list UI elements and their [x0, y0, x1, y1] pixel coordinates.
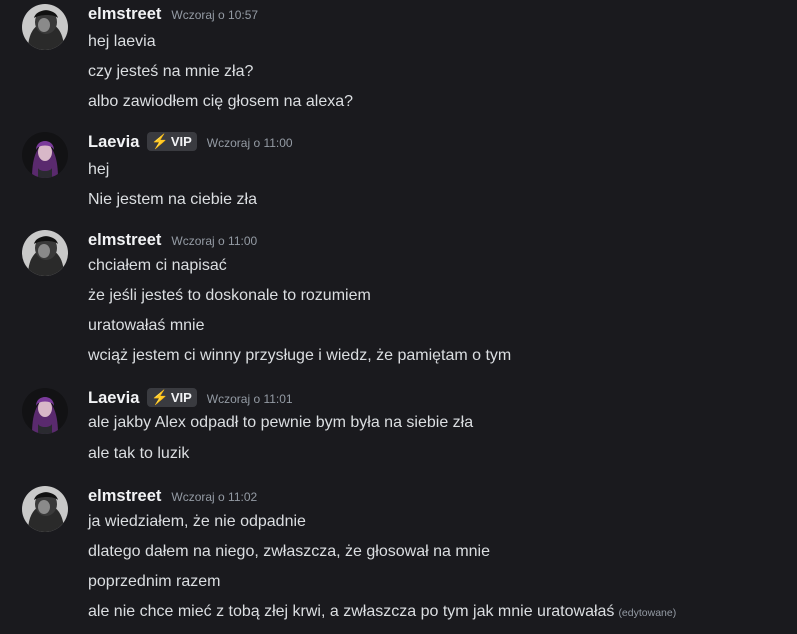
message-group: elmstreet Wczoraj o 11:00 chciałem ci na… — [0, 226, 797, 376]
message-text: uratowałaś mnie — [88, 317, 205, 334]
elmstreet-avatar-icon — [22, 486, 68, 532]
avatar[interactable] — [22, 230, 68, 276]
message-group: elmstreet Wczoraj o 11:02 ja wiedziałem,… — [0, 482, 797, 632]
username[interactable]: elmstreet — [88, 487, 161, 506]
elmstreet-avatar-icon — [22, 230, 68, 276]
message-header: elmstreet Wczoraj o 10:57 — [88, 5, 258, 24]
vip-badge[interactable]: ⚡ VIP — [147, 388, 197, 407]
message-header: Laevia ⚡ VIP Wczoraj o 11:01 — [88, 388, 293, 408]
message-text: dlatego dałem na niego, zwłaszcza, że gł… — [88, 543, 491, 560]
message-text-content: ale nie chce mieć z tobą złej krwi, a zw… — [88, 603, 615, 620]
message-header: elmstreet Wczoraj o 11:00 — [88, 231, 257, 250]
elmstreet-avatar-icon — [22, 4, 68, 50]
badge-label: VIP — [170, 390, 192, 405]
edited-label: (edytowane) — [618, 607, 677, 619]
avatar[interactable] — [22, 486, 68, 532]
message-text: ale tak to luzik — [88, 445, 190, 462]
username[interactable]: Laevia — [88, 389, 139, 408]
badge-label: VIP — [170, 134, 192, 149]
username[interactable]: elmstreet — [88, 231, 161, 250]
avatar[interactable] — [22, 132, 68, 178]
message-header: elmstreet Wczoraj o 11:02 — [88, 487, 257, 506]
timestamp[interactable]: Wczoraj o 10:57 — [171, 8, 258, 22]
message-text: Nie jestem na ciebie zła — [88, 191, 257, 208]
message-group: Laevia ⚡ VIP Wczoraj o 11:01 ale jakby A… — [0, 384, 797, 474]
username[interactable]: Laevia — [88, 133, 139, 152]
message-text: hej laevia — [88, 33, 156, 50]
message-text: że jeśli jesteś to doskonale to rozumiem — [88, 287, 371, 304]
username[interactable]: elmstreet — [88, 5, 161, 24]
laevia-avatar-icon — [22, 388, 68, 434]
avatar[interactable] — [22, 388, 68, 434]
message-text: chciałem ci napisać — [88, 257, 227, 274]
lightning-icon: ⚡ — [151, 133, 169, 149]
message-text: ja wiedziałem, że nie odpadnie — [88, 513, 306, 530]
timestamp[interactable]: Wczoraj o 11:00 — [207, 136, 293, 150]
timestamp[interactable]: Wczoraj o 11:01 — [207, 392, 293, 406]
message-text: poprzednim razem — [88, 573, 221, 590]
message-text: ale jakby Alex odpadł to pewnie bym była… — [88, 414, 474, 431]
message-text: albo zawiodłem cię głosem na alexa? — [88, 93, 354, 110]
vip-badge[interactable]: ⚡ VIP — [147, 132, 197, 151]
timestamp[interactable]: Wczoraj o 11:00 — [171, 234, 257, 248]
timestamp[interactable]: Wczoraj o 11:02 — [171, 490, 257, 504]
message-group: elmstreet Wczoraj o 10:57 hej laevia czy… — [0, 0, 797, 120]
message-text: ale nie chce mieć z tobą złej krwi, a zw… — [88, 603, 676, 621]
message-text: wciąż jestem ci winny przysługe i wiedz,… — [88, 347, 512, 364]
message-header: Laevia ⚡ VIP Wczoraj o 11:00 — [88, 132, 293, 152]
avatar[interactable] — [22, 4, 68, 50]
message-group: Laevia ⚡ VIP Wczoraj o 11:00 hej Nie jes… — [0, 128, 797, 218]
message-text: hej — [88, 161, 110, 178]
laevia-avatar-icon — [22, 132, 68, 178]
lightning-icon: ⚡ — [151, 389, 169, 405]
message-text: czy jesteś na mnie zła? — [88, 63, 254, 80]
